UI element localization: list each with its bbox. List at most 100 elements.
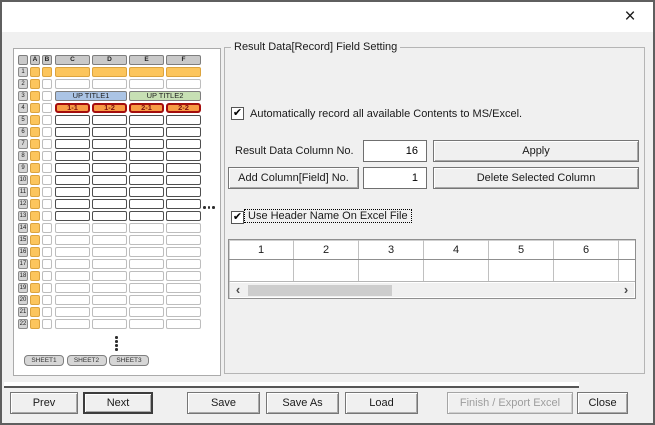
cell-r12c2[interactable]: [129, 199, 164, 209]
cell-B11[interactable]: [42, 187, 52, 197]
cell-r9c1[interactable]: [92, 163, 127, 173]
cell-B15[interactable]: [42, 235, 52, 245]
cell-r11c2[interactable]: [129, 187, 164, 197]
table-cell-1[interactable]: [229, 260, 294, 281]
cell-r16c3[interactable]: [166, 247, 201, 257]
cell-r5c2[interactable]: [129, 115, 164, 125]
table-col-header-3[interactable]: 3: [359, 240, 424, 259]
cell-r9c3[interactable]: [166, 163, 201, 173]
cell-B21[interactable]: [42, 307, 52, 317]
cell-A3[interactable]: [30, 91, 40, 101]
col-header-C[interactable]: C: [55, 55, 90, 65]
table-cell-5[interactable]: [489, 260, 554, 281]
cell-r1c1[interactable]: [92, 67, 127, 77]
cell-r17c3[interactable]: [166, 259, 201, 269]
cell-r10c2[interactable]: [129, 175, 164, 185]
up-title2-cell[interactable]: UP TITLE2: [129, 91, 201, 101]
cell-A12[interactable]: [30, 199, 40, 209]
save-as-button[interactable]: Save As: [266, 392, 339, 414]
cell-r18c0[interactable]: [55, 271, 90, 281]
field-cell-1-2[interactable]: 1-2: [92, 103, 127, 113]
cell-r11c1[interactable]: [92, 187, 127, 197]
prev-button[interactable]: Prev: [10, 392, 78, 414]
cell-r18c2[interactable]: [129, 271, 164, 281]
cell-r2c3[interactable]: [166, 79, 201, 89]
up-title1-cell[interactable]: UP TITLE1: [55, 91, 127, 101]
cell-B6[interactable]: [42, 127, 52, 137]
cell-r21c3[interactable]: [166, 307, 201, 317]
cell-A18[interactable]: [30, 271, 40, 281]
col-header-E[interactable]: E: [129, 55, 164, 65]
cell-r6c1[interactable]: [92, 127, 127, 137]
cell-r7c1[interactable]: [92, 139, 127, 149]
row-header-9[interactable]: 9: [18, 163, 28, 173]
cell-r20c1[interactable]: [92, 295, 127, 305]
cell-B18[interactable]: [42, 271, 52, 281]
cell-B1[interactable]: [42, 67, 52, 77]
cell-A20[interactable]: [30, 295, 40, 305]
cell-r16c1[interactable]: [92, 247, 127, 257]
cell-r7c3[interactable]: [166, 139, 201, 149]
row-header-12[interactable]: 12: [18, 199, 28, 209]
cell-r15c1[interactable]: [92, 235, 127, 245]
cell-r14c1[interactable]: [92, 223, 127, 233]
row-header-7[interactable]: 7: [18, 139, 28, 149]
table-cell-2[interactable]: [294, 260, 359, 281]
col-header-D[interactable]: D: [92, 55, 127, 65]
cell-r19c1[interactable]: [92, 283, 127, 293]
add-column-button[interactable]: Add Column[Field] No.: [228, 167, 359, 189]
cell-B17[interactable]: [42, 259, 52, 269]
row-header-19[interactable]: 19: [18, 283, 28, 293]
cell-r17c2[interactable]: [129, 259, 164, 269]
cell-r22c1[interactable]: [92, 319, 127, 329]
row-header-16[interactable]: 16: [18, 247, 28, 257]
cell-A16[interactable]: [30, 247, 40, 257]
row-header-18[interactable]: 18: [18, 271, 28, 281]
row-header-8[interactable]: 8: [18, 151, 28, 161]
cell-r5c3[interactable]: [166, 115, 201, 125]
header-table-scrollbar[interactable]: ‹ ›: [230, 283, 634, 297]
cell-r5c0[interactable]: [55, 115, 90, 125]
cell-A1[interactable]: [30, 67, 40, 77]
cell-B22[interactable]: [42, 319, 52, 329]
cell-A21[interactable]: [30, 307, 40, 317]
cell-A15[interactable]: [30, 235, 40, 245]
add-column-input[interactable]: [363, 167, 427, 189]
cell-r16c2[interactable]: [129, 247, 164, 257]
cell-A4[interactable]: [30, 103, 40, 113]
cell-A11[interactable]: [30, 187, 40, 197]
cell-r14c0[interactable]: [55, 223, 90, 233]
cell-r6c3[interactable]: [166, 127, 201, 137]
cell-B8[interactable]: [42, 151, 52, 161]
cell-r22c3[interactable]: [166, 319, 201, 329]
cell-r13c2[interactable]: [129, 211, 164, 221]
cell-r2c2[interactable]: [129, 79, 164, 89]
cell-r20c3[interactable]: [166, 295, 201, 305]
cell-r1c0[interactable]: [55, 67, 90, 77]
cell-A13[interactable]: [30, 211, 40, 221]
row-header-1[interactable]: 1: [18, 67, 28, 77]
use-header-checkbox[interactable]: ✔: [231, 211, 244, 224]
close-icon[interactable]: ×: [613, 2, 647, 31]
col-header-B[interactable]: B: [42, 55, 52, 65]
row-header-13[interactable]: 13: [18, 211, 28, 221]
field-cell-2-2[interactable]: 2-2: [166, 103, 201, 113]
cell-B13[interactable]: [42, 211, 52, 221]
row-header-22[interactable]: 22: [18, 319, 28, 329]
cell-r8c0[interactable]: [55, 151, 90, 161]
sheet-tab-sheet2[interactable]: SHEET2: [67, 355, 107, 366]
cell-A17[interactable]: [30, 259, 40, 269]
row-header-6[interactable]: 6: [18, 127, 28, 137]
sheet-tab-sheet1[interactable]: SHEET1: [24, 355, 64, 366]
cell-r17c0[interactable]: [55, 259, 90, 269]
cell-r7c0[interactable]: [55, 139, 90, 149]
row-header-3[interactable]: 3: [18, 91, 28, 101]
cell-r5c1[interactable]: [92, 115, 127, 125]
load-button[interactable]: Load: [345, 392, 418, 414]
cell-r16c0[interactable]: [55, 247, 90, 257]
delete-column-button[interactable]: Delete Selected Column: [433, 167, 639, 189]
cell-r12c3[interactable]: [166, 199, 201, 209]
row-header-4[interactable]: 4: [18, 103, 28, 113]
next-button[interactable]: Next: [83, 392, 153, 414]
cell-r19c3[interactable]: [166, 283, 201, 293]
